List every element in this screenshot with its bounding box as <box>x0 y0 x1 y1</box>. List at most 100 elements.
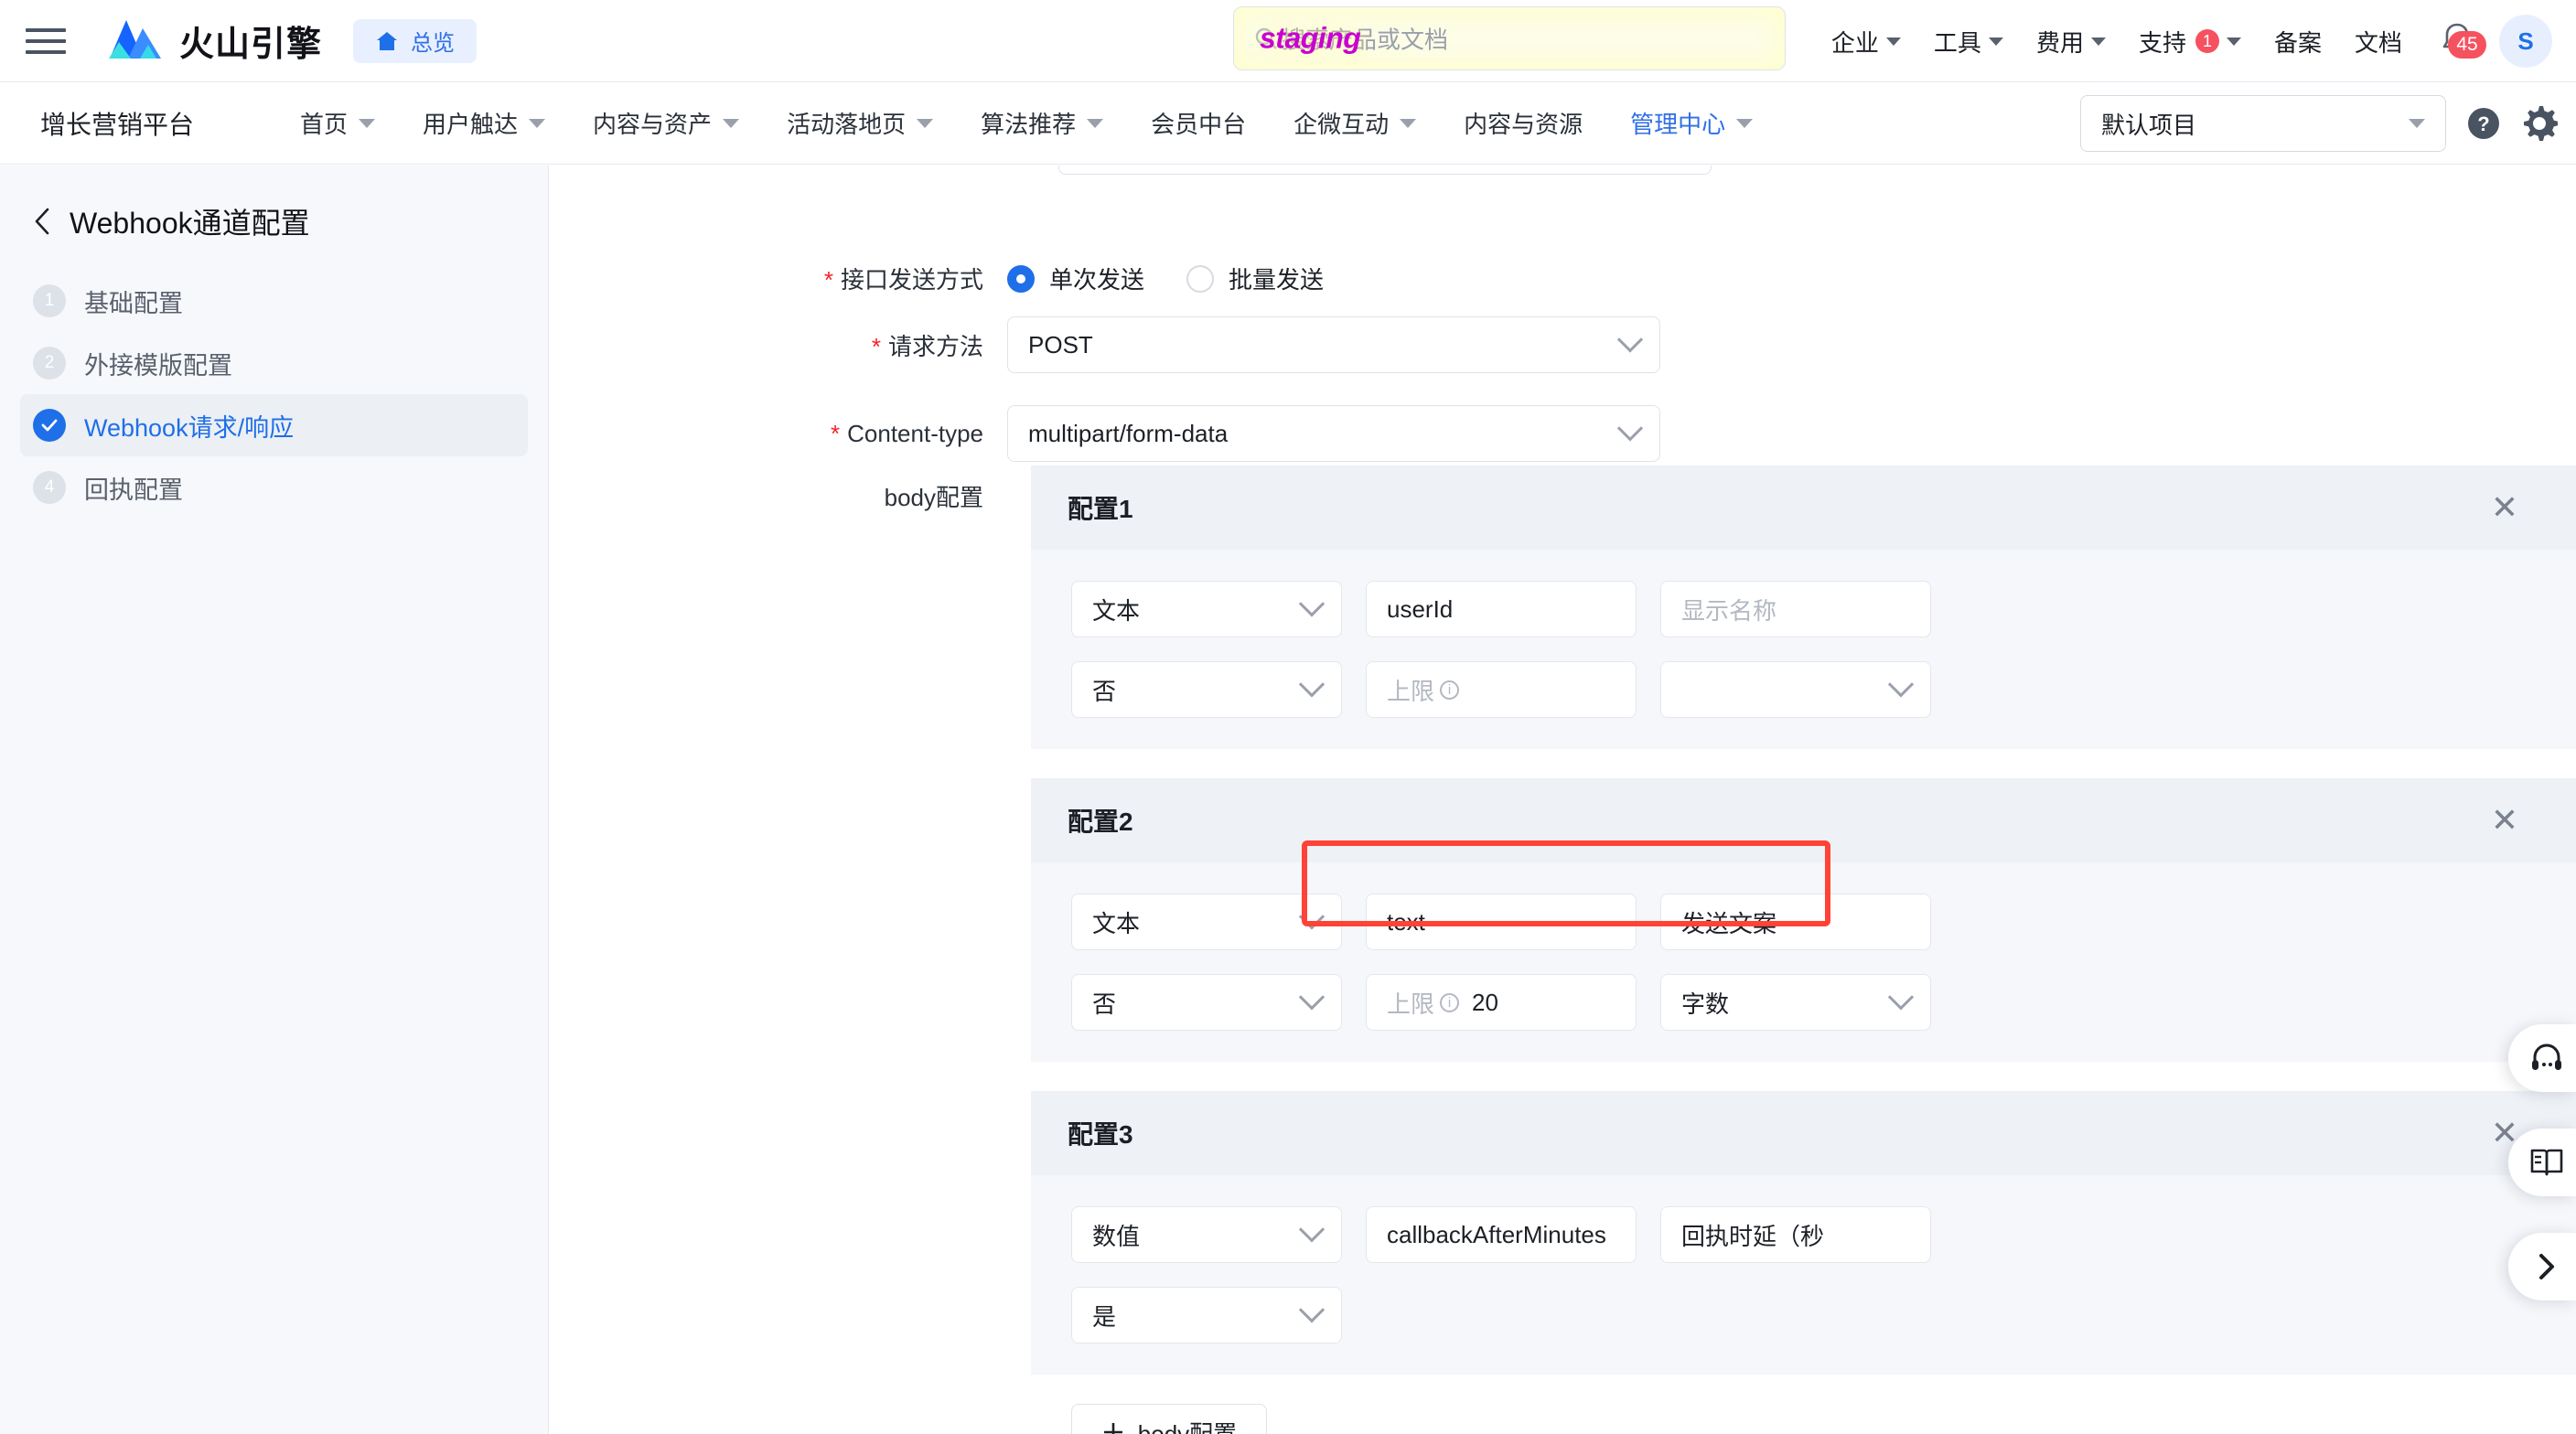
sidebar-item-webhook-request-response[interactable]: Webhook请求/响应 <box>20 394 528 456</box>
card-row: 文本 text 发送文案 <box>1071 894 2576 950</box>
field-value: 否 <box>1092 990 1117 1018</box>
field-value: 数值 <box>1092 1222 1141 1250</box>
subnav-item-content-resources[interactable]: 内容与资源 <box>1440 106 1606 140</box>
sidebar-item-basic-config[interactable]: 1 基础配置 <box>20 270 528 332</box>
field-display-name-input[interactable]: 回执时延（秒 <box>1660 1206 1931 1263</box>
subnav-item-admin-center[interactable]: 管理中心 <box>1606 106 1776 140</box>
field-key-input[interactable]: userId <box>1366 581 1637 637</box>
add-body-config-button[interactable]: body配置 <box>1071 1404 1267 1434</box>
field-required-select[interactable]: 否 <box>1071 661 1342 718</box>
global-search[interactable]: 搜索产品或文档 staging <box>1233 6 1786 70</box>
required-asterisk: * <box>871 332 881 360</box>
subnav-item-content-assets[interactable]: 内容与资产 <box>569 106 763 140</box>
subnav-item-algo-recommend[interactable]: 算法推荐 <box>957 106 1127 140</box>
chevron-down-icon <box>529 118 546 128</box>
field-value: 是 <box>1092 1302 1117 1331</box>
staging-watermark: staging <box>1260 21 1361 55</box>
topnav-label: 文档 <box>2354 28 2402 57</box>
field-key-input[interactable]: text <box>1366 894 1637 950</box>
sub-nav-right: 默认项目 ? <box>2080 82 2558 165</box>
config-card-1: 配置1 ✕ 文本 userId 显示名称 否 上限 i <box>1031 466 2576 749</box>
sidebar-back-header[interactable]: Webhook通道配置 <box>0 187 548 270</box>
close-icon[interactable]: ✕ <box>2491 491 2540 524</box>
subnav-item-wecom-interaction[interactable]: 企微互动 <box>1270 106 1440 140</box>
field-content-type: * Content-type multipart/form-data <box>550 405 1660 462</box>
field-type-select[interactable]: 文本 <box>1071 894 1342 950</box>
field-unit-select[interactable] <box>1660 661 1931 718</box>
gear-icon[interactable] <box>2521 105 2558 142</box>
search-input[interactable]: 搜索产品或文档 staging <box>1233 6 1786 70</box>
field-value: 文本 <box>1092 909 1141 937</box>
check-circle-icon <box>33 409 66 442</box>
subnav-item-user-reach[interactable]: 用户触达 <box>399 106 569 140</box>
field-limit-input[interactable]: 上限 i <box>1366 661 1637 718</box>
field-type-select[interactable]: 数值 <box>1071 1206 1342 1263</box>
field-display-name-input[interactable]: 发送文案 <box>1660 894 1931 950</box>
field-label-text: Content-type <box>847 419 983 447</box>
scrolled-off-input[interactable] <box>1058 166 1712 175</box>
body-config-label: body配置 <box>884 484 983 511</box>
field-limit-group: 上限 i 20 <box>1387 986 1498 1020</box>
radio-batch-send[interactable]: 批量发送 <box>1186 262 1324 295</box>
radio-single-send[interactable]: 单次发送 <box>1007 262 1144 295</box>
subnav-item-home[interactable]: 首页 <box>276 106 399 140</box>
chevron-right-icon <box>2539 1254 2554 1279</box>
field-key-input[interactable]: callbackAfterMinutes <box>1366 1206 1637 1263</box>
chevron-left-icon[interactable] <box>33 207 51 236</box>
chevron-down-icon <box>1885 37 1901 46</box>
field-required-select[interactable]: 是 <box>1071 1287 1342 1343</box>
subnav-item-member-center[interactable]: 会员中台 <box>1127 106 1270 140</box>
topnav-item-tools[interactable]: 工具 <box>1917 25 2020 59</box>
chevron-down-icon <box>1298 984 1326 1011</box>
topnav-item-support[interactable]: 支持 1 <box>2122 25 2258 59</box>
field-send-mode: * 接口发送方式 单次发送 批量发送 <box>550 262 1324 295</box>
field-display-name-input[interactable]: 显示名称 <box>1660 581 1931 637</box>
topnav-item-icp[interactable]: 备案 <box>2258 25 2338 59</box>
field-unit-select[interactable]: 字数 <box>1660 974 1931 1031</box>
card-row: 否 上限 i <box>1071 661 2576 718</box>
brand[interactable]: 火山引擎 <box>108 16 322 66</box>
sidebar-item-receipt-config[interactable]: 4 回执配置 <box>20 456 528 519</box>
chevron-down-icon <box>359 118 376 128</box>
close-icon[interactable]: ✕ <box>2491 804 2540 837</box>
collapse-panel-button[interactable] <box>2508 1233 2576 1300</box>
field-limit-input[interactable]: 上限 i 20 <box>1366 974 1637 1031</box>
topnav-item-billing[interactable]: 费用 <box>2020 25 2122 59</box>
sidebar-item-label: 基础配置 <box>84 289 183 317</box>
topnav-item-enterprise[interactable]: 企业 <box>1815 25 1917 59</box>
left-sidebar: Webhook通道配置 1 基础配置 2 外接模版配置 Webhook请求/响应… <box>0 166 549 1434</box>
card-row: 数值 callbackAfterMinutes 回执时延（秒 <box>1071 1206 2576 1263</box>
documentation-button[interactable] <box>2508 1129 2576 1196</box>
card-row: 否 上限 i 20 字数 <box>1071 974 2576 1031</box>
sub-nav-items: 首页 用户触达 内容与资产 活动落地页 算法推荐 会员中台 企微互动 内容与资源 <box>276 106 1776 140</box>
subnav-label: 首页 <box>300 111 349 138</box>
avatar[interactable]: S <box>2499 15 2552 68</box>
plus-icon <box>1103 1423 1122 1434</box>
request-method-select[interactable]: POST <box>1007 316 1660 373</box>
field-request-method: * 请求方法 POST <box>550 316 1660 373</box>
sidebar-item-external-template-config[interactable]: 2 外接模版配置 <box>20 332 528 394</box>
project-selector[interactable]: 默认项目 <box>2080 95 2446 152</box>
topnav-item-docs[interactable]: 文档 <box>2338 25 2419 59</box>
svg-text:?: ? <box>2477 112 2489 135</box>
radio-label: 批量发送 <box>1229 266 1325 294</box>
subnav-label: 算法推荐 <box>981 111 1077 138</box>
help-circle-icon[interactable]: ? <box>2466 106 2501 141</box>
field-required-select[interactable]: 否 <box>1071 974 1342 1031</box>
support-badge: 1 <box>2195 29 2219 53</box>
content-type-select[interactable]: multipart/form-data <box>1007 405 1660 462</box>
notification-badge: 45 <box>2448 30 2486 59</box>
field-type-select[interactable]: 文本 <box>1071 581 1342 637</box>
chevron-down-icon <box>1400 118 1417 128</box>
notifications-button[interactable]: 45 <box>2419 20 2488 63</box>
card-row: 是 <box>1071 1287 2576 1343</box>
request-method-value: POST <box>1028 330 1093 358</box>
config-card-2: 配置2 ✕ 文本 text 发送文案 否 上限 i 20 字数 <box>1031 778 2576 1062</box>
overview-button[interactable]: 总览 <box>353 18 478 63</box>
subnav-label: 用户触达 <box>423 111 519 138</box>
subnav-item-landing-page[interactable]: 活动落地页 <box>763 106 957 140</box>
field-label-text: 接口发送方式 <box>840 266 983 294</box>
customer-service-button[interactable] <box>2508 1024 2576 1092</box>
hamburger-icon[interactable] <box>26 21 66 61</box>
card-header: 配置3 ✕ <box>1031 1091 2576 1175</box>
